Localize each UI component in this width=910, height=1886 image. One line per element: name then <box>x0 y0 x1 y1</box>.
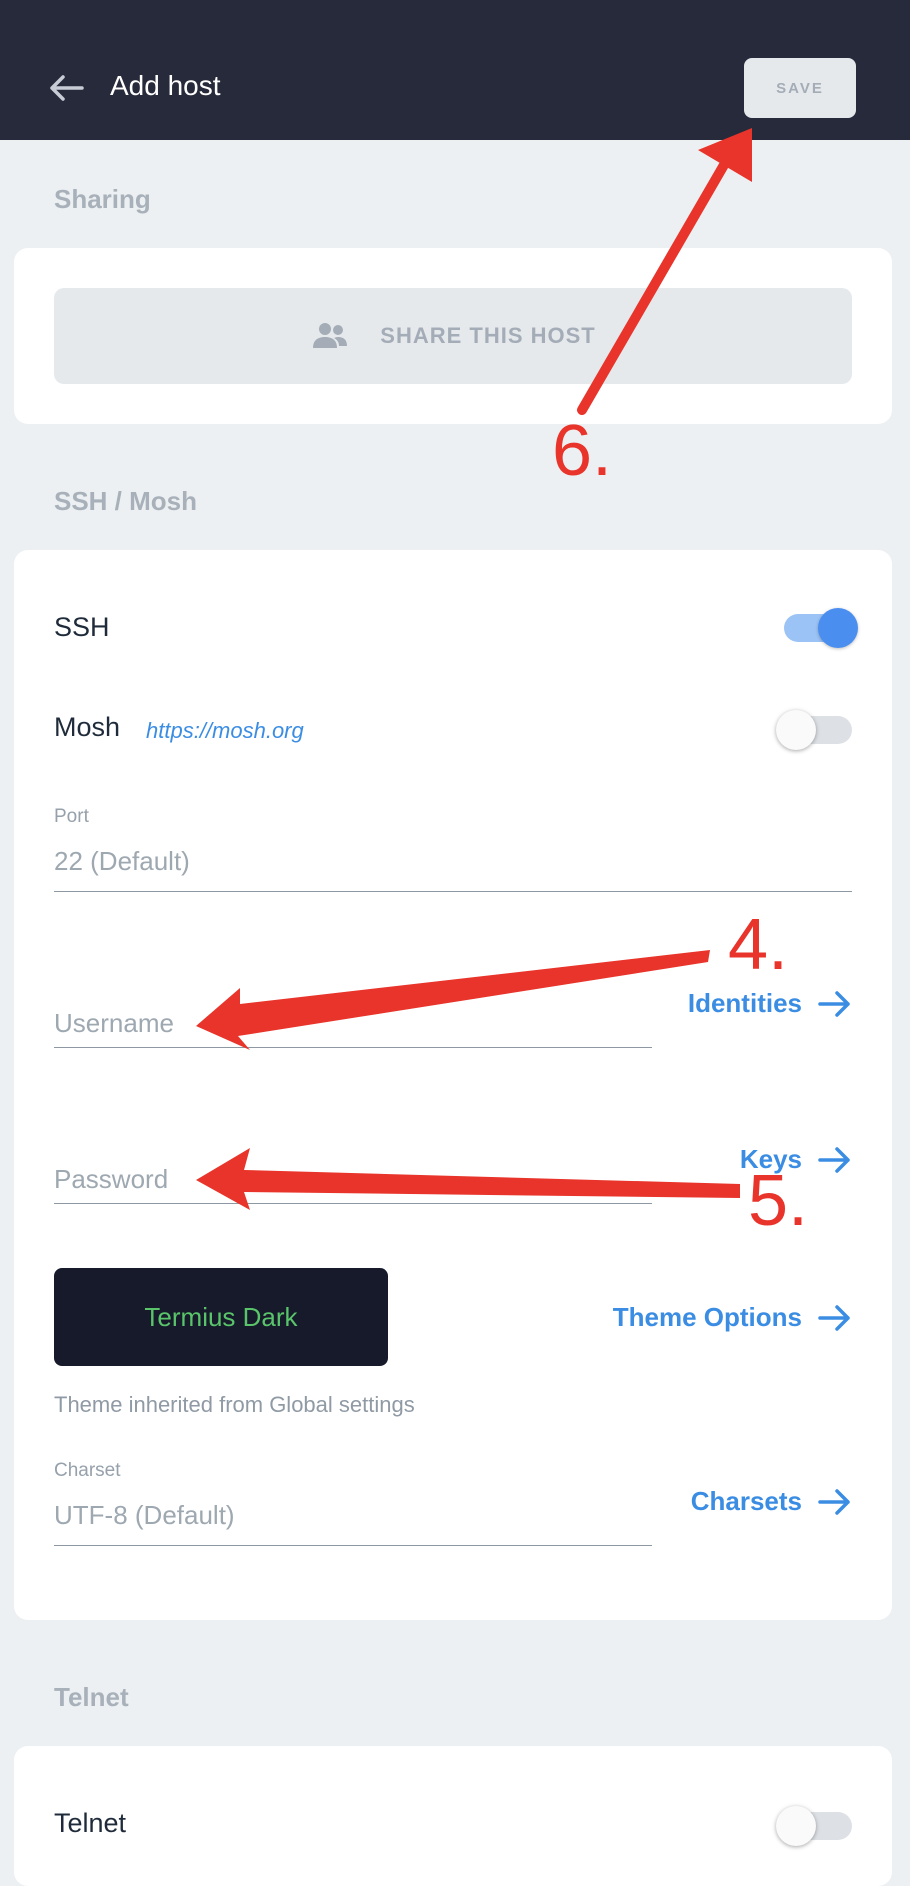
annotation-step-6: 6. <box>552 411 613 491</box>
telnet-card: Telnet <box>14 1746 892 1886</box>
charset-input[interactable]: UTF-8 (Default) <box>54 1500 235 1531</box>
save-button[interactable]: SAVE <box>744 58 856 118</box>
charsets-label: Charsets <box>690 1486 802 1516</box>
sharing-card: SHARE THIS HOST <box>14 248 892 424</box>
port-input[interactable]: 22 (Default) <box>54 846 190 877</box>
username-underline <box>54 1047 652 1048</box>
annotation-step-5: 5. <box>748 1161 809 1241</box>
share-users-icon <box>310 320 350 352</box>
annotation-step-4: 4. <box>728 905 789 985</box>
ssh-label: SSH <box>54 612 110 642</box>
ssh-toggle-thumb <box>818 608 858 648</box>
theme-preview-button[interactable]: Termius Dark <box>54 1268 388 1366</box>
telnet-heading: Telnet <box>54 1682 129 1712</box>
charset-underline <box>54 1545 652 1546</box>
page-title: Add host <box>110 70 221 101</box>
theme-note: Theme inherited from Global settings <box>54 1392 415 1417</box>
share-host-button[interactable]: SHARE THIS HOST <box>54 288 852 384</box>
theme-options-label: Theme Options <box>612 1302 802 1332</box>
mosh-label: Mosh <box>54 712 121 742</box>
mosh-toggle-thumb <box>776 710 816 750</box>
port-underline <box>54 891 852 892</box>
telnet-toggle-thumb <box>776 1806 816 1846</box>
arrow-right-icon <box>818 990 850 1017</box>
identities-link[interactable]: Identities <box>688 988 852 1019</box>
password-underline <box>54 1203 652 1204</box>
username-input[interactable]: Username <box>54 1008 174 1039</box>
arrow-right-icon <box>818 1488 850 1515</box>
sharing-heading: Sharing <box>54 184 151 214</box>
telnet-label: Telnet <box>54 1808 127 1838</box>
share-host-label: SHARE THIS HOST <box>380 323 596 348</box>
arrow-right-icon <box>818 1304 850 1331</box>
mosh-link[interactable]: https://mosh.org <box>146 718 304 744</box>
app-header: Add host SAVE <box>0 0 910 140</box>
identities-label: Identities <box>687 988 802 1018</box>
arrow-right-icon <box>818 1146 850 1173</box>
ssh-mosh-heading: SSH / Mosh <box>54 486 198 516</box>
theme-options-link[interactable]: Theme Options <box>613 1302 852 1333</box>
password-input[interactable]: Password <box>54 1164 168 1195</box>
back-arrow-icon[interactable] <box>46 72 86 104</box>
port-label: Port <box>54 806 89 827</box>
ssh-card: SSH Mosh https://mosh.org Port 22 (Defau… <box>14 550 892 1620</box>
charsets-link[interactable]: Charsets <box>691 1486 852 1517</box>
charset-label: Charset <box>54 1460 121 1481</box>
